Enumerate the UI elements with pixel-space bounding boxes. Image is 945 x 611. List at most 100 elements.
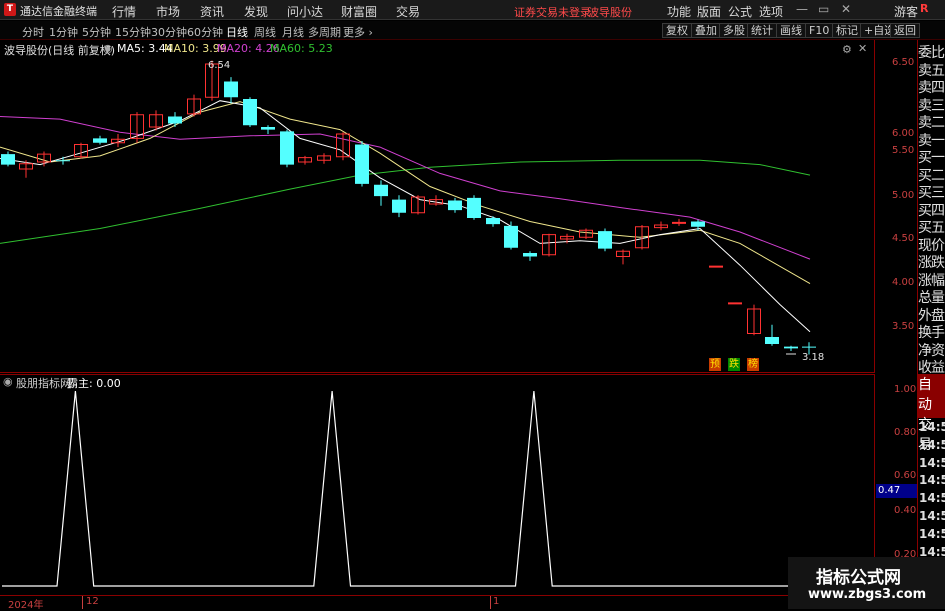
candle <box>1 151 15 167</box>
menu-shichang[interactable]: 市场 <box>156 3 180 20</box>
price-tick: 6.00 <box>892 128 915 139</box>
watermark-title: 指标公式网 <box>816 568 901 588</box>
menu-hangqing[interactable]: 行情 <box>112 3 136 20</box>
period-5min[interactable]: 5分钟 <box>82 24 111 40</box>
ind-ytick: 0.60 <box>894 470 917 481</box>
watermark-url: www.zbgs3.com <box>808 587 927 602</box>
restore-icon[interactable]: ▭ <box>818 2 829 16</box>
panel-settings-icon[interactable]: ⚙ <box>842 43 852 56</box>
price-tick: 5.50 <box>892 145 915 156</box>
candle <box>392 195 406 218</box>
indicator-settings-icon[interactable]: ◉ <box>3 375 13 388</box>
huaxian-button[interactable]: 画线 <box>776 23 806 38</box>
trade-time: 14:56 <box>919 509 945 523</box>
candle <box>598 228 612 252</box>
fall-badge[interactable]: 跌 <box>728 358 740 371</box>
indicator-panel[interactable]: ◉ 股朋指标网 霸主: 0.00 1.00 0.80 0.60 0.40 0.2… <box>0 374 917 596</box>
top-menu-bar: T 通达信金融终端 行情 市场 资讯 发现 问小达 财富圈 交易 证券交易未登录… <box>0 0 945 20</box>
menu-jiaoyi[interactable]: 交易 <box>396 3 420 20</box>
candle <box>130 112 144 143</box>
price-tick: 5.00 <box>892 190 915 201</box>
fuquan-button[interactable]: 复权 <box>662 23 692 38</box>
close-icon[interactable]: ✕ <box>841 2 851 16</box>
period-monthly[interactable]: 月线 <box>282 24 304 40</box>
candle <box>374 180 388 206</box>
period-1min[interactable]: 1分钟 <box>49 24 78 40</box>
biaoji-button[interactable]: 标记 <box>832 23 862 38</box>
period-daily[interactable]: 日线 <box>226 24 248 40</box>
candle <box>149 110 163 131</box>
trade-time: 14:56 <box>919 455 945 470</box>
ma20-line <box>0 116 811 260</box>
f10-button[interactable]: F10 <box>805 23 834 38</box>
candle <box>672 218 686 226</box>
menu-caifuquan[interactable]: 财富圈 <box>341 3 377 20</box>
indicator-title: 股朋指标网 <box>16 377 71 390</box>
period-15min[interactable]: 15分钟 <box>115 24 151 40</box>
candle <box>523 251 537 261</box>
ind-ytick: 0.40 <box>894 505 917 516</box>
candle <box>747 304 761 336</box>
menu-banmian[interactable]: 版面 <box>697 3 721 20</box>
high-price-label: 6.54 <box>208 60 230 71</box>
menu-wenxiaoda[interactable]: 问小达 <box>287 3 323 20</box>
period-toolbar: 分时 1分钟 5分钟 15分钟 30分钟 60分钟 日线 周线 月线 多周期 更… <box>0 21 945 40</box>
panel-close-icon[interactable]: ✕ <box>858 42 867 55</box>
candle <box>243 97 257 127</box>
candle <box>411 195 425 215</box>
tongji-button[interactable]: 统计 <box>747 23 777 38</box>
candle <box>616 249 630 265</box>
candle <box>429 195 443 206</box>
indicator-line <box>2 390 809 587</box>
candle <box>93 135 107 145</box>
trade-time: 14:56 <box>919 420 945 434</box>
period-multi[interactable]: 多周期 <box>308 24 341 40</box>
corner-mark: R <box>920 2 929 15</box>
candle <box>765 324 779 346</box>
price-tick: 6.50 <box>892 57 915 68</box>
period-60min[interactable]: 60分钟 <box>187 24 223 40</box>
candle <box>298 155 312 165</box>
app-logo-icon: T <box>4 3 16 16</box>
candle <box>654 221 668 231</box>
ma-settings-icon[interactable]: ◉ <box>103 42 113 55</box>
forecast-badge[interactable]: 预 <box>709 358 721 371</box>
ma10-line <box>0 101 811 285</box>
rank-badge[interactable]: 榜 <box>747 358 759 371</box>
menu-zixun[interactable]: 资讯 <box>200 3 224 20</box>
kline-chart[interactable]: 6.54 3.18 <box>0 40 875 373</box>
watermark: 指标公式网 www.zbgs3.com <box>788 557 945 609</box>
app-name: 通达信金融终端 <box>20 5 97 18</box>
menu-xuanxiang[interactable]: 选项 <box>759 3 783 20</box>
indicator-chart[interactable] <box>0 374 875 596</box>
back-button[interactable]: 返回 <box>890 23 920 38</box>
x-axis-label: 1 <box>493 596 500 607</box>
indicator-series-label: 霸主: 0.00 <box>67 377 121 390</box>
trade-time: 14:56 <box>919 437 945 452</box>
period-fenshi[interactable]: 分时 <box>22 24 44 40</box>
period-weekly[interactable]: 周线 <box>254 24 276 40</box>
x-axis: 2024年 12 1 <box>0 596 875 611</box>
diejia-button[interactable]: 叠加 <box>691 23 721 38</box>
auto-trade-button[interactable]: 自动 交易 <box>918 374 945 453</box>
trade-time: 14:56 <box>919 526 945 541</box>
candle <box>467 195 481 220</box>
period-30min[interactable]: 30分钟 <box>151 24 187 40</box>
quote-field-label: 收益 <box>918 360 945 376</box>
minimize-icon[interactable]: — <box>796 2 808 16</box>
candle <box>579 228 593 239</box>
period-more[interactable]: 更多 › <box>343 24 373 40</box>
candle <box>224 77 238 104</box>
candle <box>542 233 556 257</box>
price-tick: 4.00 <box>892 277 915 288</box>
kline-chart-panel[interactable]: 6.54 3.18 波导股份(日线 前复权) ◉ MA5: 3.44 MA10:… <box>0 40 914 373</box>
duogu-button[interactable]: 多股 <box>719 23 749 38</box>
menu-gongshi[interactable]: 公式 <box>728 3 752 20</box>
price-tick: 3.50 <box>892 321 915 332</box>
ind-ytick: 0.80 <box>894 427 917 438</box>
menu-faxian[interactable]: 发现 <box>244 3 268 20</box>
guest-label[interactable]: 游客 <box>894 3 918 20</box>
candle <box>317 153 331 164</box>
login-warning[interactable]: 证券交易未登录 <box>514 4 591 20</box>
menu-gongneng[interactable]: 功能 <box>667 3 691 20</box>
